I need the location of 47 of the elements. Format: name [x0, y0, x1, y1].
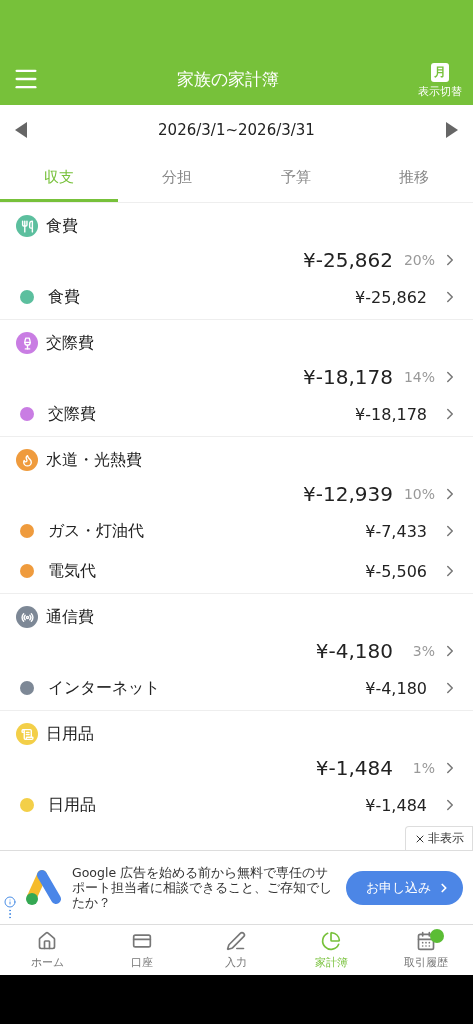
category-share: 14% — [402, 369, 435, 385]
subcategory-amount: ¥-4,180 — [365, 678, 427, 698]
category-share: 20% — [402, 252, 435, 268]
category-name: 水道・光熱費 — [46, 449, 142, 471]
tab[interactable]: 推移 — [354, 155, 473, 202]
calendar-icon — [415, 930, 436, 951]
subcategory-name[interactable]: ガス・灯油代 — [48, 520, 352, 542]
nav-item[interactable]: 取引履歴 — [378, 925, 473, 975]
date-range: 2026/3/1~2026/3/31 — [157, 121, 316, 139]
nav-item[interactable]: 口座 — [94, 925, 190, 975]
category-name: 交際費 — [46, 332, 94, 354]
subcategory-name[interactable]: インターネット — [48, 677, 352, 699]
tab[interactable]: 分担 — [118, 155, 237, 202]
category-name: 食費 — [46, 215, 78, 237]
app-title: 家族の家計簿 — [175, 68, 280, 91]
subcategory-name[interactable]: 食費 — [48, 286, 342, 308]
category-share: 3% — [411, 643, 435, 659]
category-total: ¥-12,939 — [303, 482, 393, 506]
subcategory-name[interactable]: 電気代 — [48, 560, 352, 582]
nav-item[interactable]: 入力 — [189, 925, 284, 975]
category-name: 通信費 — [46, 606, 94, 628]
pen-icon — [226, 930, 247, 951]
apply-button[interactable]: お申し込み — [346, 870, 463, 905]
category-share: 1% — [411, 760, 435, 776]
nav-item[interactable]: ホーム — [0, 925, 95, 975]
category-share: 10% — [402, 486, 435, 502]
pie-chart-icon — [321, 930, 342, 951]
subcategory-amount: ¥-5,506 — [365, 561, 427, 581]
info-icon[interactable] — [4, 896, 16, 908]
subcategory-amount: ¥-25,862 — [355, 287, 427, 307]
previous-arrow-icon[interactable] — [14, 121, 28, 139]
next-arrow-icon[interactable] — [445, 121, 459, 139]
subcategory-amount: ¥-18,178 — [355, 404, 427, 424]
subcategory-name[interactable]: 日用品 — [48, 794, 352, 816]
ad-text: Google 広告を始める前から無料で専任のサポート担当者に相談できること、ご存知でしたか？ — [72, 865, 333, 910]
subcategory-name[interactable]: 交際費 — [48, 403, 342, 425]
subcategory-amount: ¥-1,484 — [365, 795, 427, 815]
hide-ad-button[interactable]: 非表示 — [405, 826, 473, 850]
category-total: ¥-18,178 — [303, 365, 393, 389]
category-total: ¥-4,180 — [315, 639, 393, 663]
home-icon — [37, 930, 58, 951]
subcategory-amount: ¥-7,433 — [365, 521, 427, 541]
category-total: ¥-1,484 — [315, 756, 393, 780]
category-total: ¥-25,862 — [303, 248, 393, 272]
tab[interactable]: 予算 — [236, 155, 355, 202]
ads-logo-icon — [24, 868, 64, 907]
category-name: 日用品 — [46, 723, 94, 745]
